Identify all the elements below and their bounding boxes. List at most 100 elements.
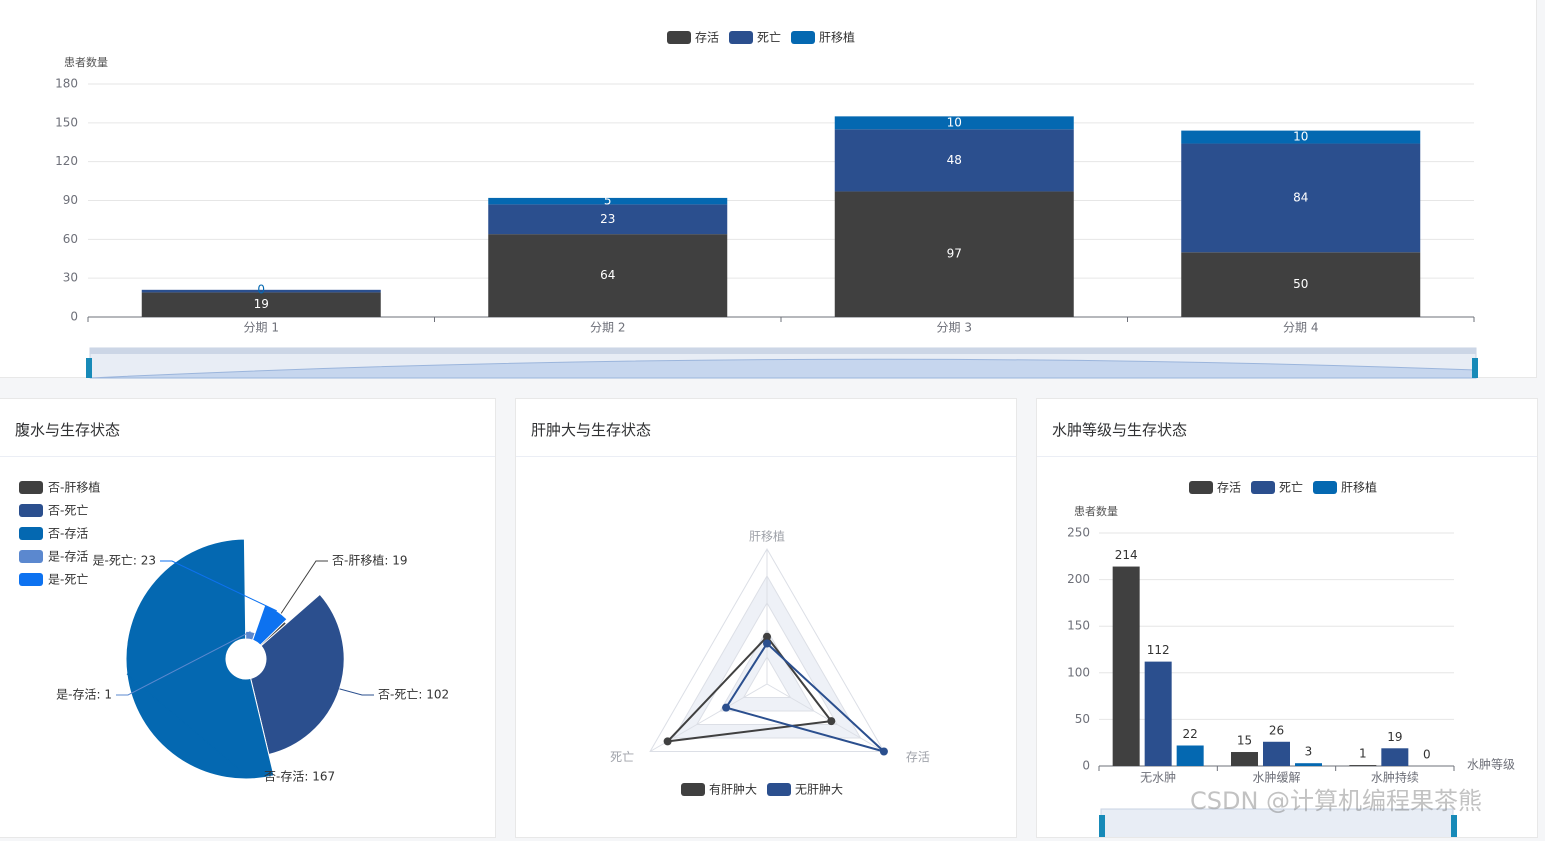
stage-y-tick-label: 90 xyxy=(63,193,78,207)
edema-bar-value-label: 1 xyxy=(1359,747,1367,761)
stage-y-tick-label: 30 xyxy=(63,271,78,285)
ascites-legend-swatch-2[interactable] xyxy=(19,527,43,540)
stage-chart-card: 存活 死亡 肝移植 患者数量 0 30 60 90 120 150 180 分期 1 19 0 分期 2 64… xyxy=(0,0,1537,379)
edema-y-tick-label: 100 xyxy=(1067,665,1090,679)
radar-point[interactable] xyxy=(722,703,731,712)
ascites-rose-slice-2[interactable] xyxy=(125,538,275,780)
stage-y-tick-label: 60 xyxy=(63,232,78,246)
ascites-legend-swatch-3[interactable] xyxy=(19,550,43,563)
ascites-legend-label-1: 否-死亡 xyxy=(48,504,88,518)
edema-y-tick-label: 150 xyxy=(1067,619,1090,633)
ascites-card-title: 腹水与生存状态 xyxy=(0,399,495,457)
radar-point[interactable] xyxy=(763,639,771,648)
stage-bar-value-label: 23 xyxy=(600,212,615,226)
stage-legend-label-1: 死亡 xyxy=(757,31,781,45)
stage-datazoom-left-handle[interactable] xyxy=(86,358,92,378)
edema-bar-存活[interactable] xyxy=(1112,566,1140,766)
ascites-slice-label-1: 否-死亡: 102 xyxy=(378,688,449,702)
edema-legend-swatch-1[interactable] xyxy=(1251,481,1275,494)
radar-point[interactable] xyxy=(879,747,888,756)
ascites-legend-swatch-0[interactable] xyxy=(19,481,43,494)
edema-bar-value-label: 15 xyxy=(1237,734,1252,748)
edema-y-tick-label: 200 xyxy=(1067,572,1090,586)
stage-legend-swatch-2[interactable] xyxy=(791,31,815,44)
edema-bar-肝移植[interactable] xyxy=(1176,745,1204,766)
edema-datazoom-left-handle[interactable] xyxy=(1099,815,1105,839)
edema-datazoom-right-handle[interactable] xyxy=(1451,815,1457,839)
stage-x-tick-label: 分期 2 xyxy=(590,321,625,335)
ascites-legend-swatch-4[interactable] xyxy=(19,573,43,586)
edema-card: 水肿等级与生存状态 存活 死亡 肝移植 患者数量 0 50 100 150 200 250 水肿等级… xyxy=(1036,398,1538,840)
stage-x-tick-label: 分期 1 xyxy=(244,321,279,335)
ascites-slice-label-3: 是-存活: 1 xyxy=(56,688,112,702)
stage-bar-value-label: 64 xyxy=(600,268,615,282)
stage-y-tick-label: 120 xyxy=(55,154,78,168)
watermark-text: CSDN @计算机编程果茶熊 xyxy=(1190,787,1483,815)
hepato-legend-swatch-0[interactable] xyxy=(681,783,705,796)
stage-y-tick-label: 0 xyxy=(70,310,78,324)
edema-x-axis-title: 水肿等级 xyxy=(1467,757,1515,772)
stage-legend-label-2: 肝移植 xyxy=(819,30,855,45)
ascites-rose-chart: 否-肝移植否-死亡否-存活是-存活是-死亡 否-肝移植: 19 否-死亡: 102 否… xyxy=(19,480,449,784)
stage-x-tick-label: 分期 4 xyxy=(1283,321,1318,335)
ascites-card: 腹水与生存状态 否-肝移植 否-死亡 否-存活 是-存活 是-死亡 否-肝移植: 19 否-… xyxy=(0,398,496,838)
stage-stacked-bar-chart: 存活 死亡 肝移植患者数量0306090120150180分期 1190分期 264… xyxy=(55,30,1478,379)
hepatomegaly-card: 肝肿大与生存状态 肝移植 存活 死亡 有肝肿大 无肝肿大 xyxy=(515,398,1017,838)
edema-bar-value-label: 26 xyxy=(1269,723,1284,737)
edema-bar-value-label: 0 xyxy=(1423,748,1431,762)
edema-grouped-bar-chart: 存活 死亡 肝移植患者数量050100150200250水肿等级无水肿2141122… xyxy=(1067,480,1515,840)
edema-x-tick-label: 无水肿 xyxy=(1140,770,1176,785)
stage-y-axis-title: 患者数量 xyxy=(64,56,108,69)
stage-y-tick-label: 150 xyxy=(55,115,78,129)
radar-indicator-label-2: 死亡 xyxy=(610,750,634,764)
stage-bar-value-label: 5 xyxy=(604,194,612,208)
edema-legend-label-1: 死亡 xyxy=(1279,481,1303,495)
hepato-legend-swatch-1[interactable] xyxy=(767,783,791,796)
radar-point[interactable] xyxy=(827,717,836,726)
edema-y-tick-label: 0 xyxy=(1082,759,1090,773)
edema-legend-swatch-2[interactable] xyxy=(1313,481,1337,494)
edema-bar-肝移植[interactable] xyxy=(1295,763,1322,766)
edema-bar-value-label: 214 xyxy=(1115,548,1138,562)
ascites-legend-label-3: 是-存活 xyxy=(48,550,88,564)
ascites-legend-label-4: 是-死亡 xyxy=(48,573,88,587)
radar-indicator-label-0: 肝移植 xyxy=(749,529,785,544)
hepatomegaly-radar-chart: 肝移植存活 死亡有肝肿大 无肝肿大 xyxy=(610,529,930,797)
edema-y-tick-label: 250 xyxy=(1067,526,1090,540)
stage-datazoom-right-handle[interactable] xyxy=(1472,358,1478,378)
stage-legend-swatch-0[interactable] xyxy=(667,31,691,44)
ascites-slice-label-2: 否-存活: 167 xyxy=(264,770,335,784)
edema-bar-死亡[interactable] xyxy=(1381,748,1409,766)
edema-bar-存活[interactable] xyxy=(1231,752,1258,766)
radar-point[interactable] xyxy=(663,737,672,746)
edema-bar-value-label: 112 xyxy=(1147,643,1170,657)
ascites-label-leader-line xyxy=(339,688,374,696)
hepatomegaly-card-title: 肝肿大与生存状态 xyxy=(516,399,1016,457)
edema-y-tick-label: 50 xyxy=(1075,712,1090,726)
edema-bar-存活[interactable] xyxy=(1349,765,1377,766)
edema-card-title: 水肿等级与生存状态 xyxy=(1037,399,1537,457)
stage-legend-swatch-1[interactable] xyxy=(729,31,753,44)
radar-indicator-label-1: 存活 xyxy=(906,750,930,764)
edema-bar-死亡[interactable] xyxy=(1144,661,1172,766)
stage-y-tick-label: 180 xyxy=(55,77,78,91)
edema-bar-value-label: 22 xyxy=(1183,727,1198,741)
edema-legend-swatch-0[interactable] xyxy=(1189,481,1213,494)
edema-bar-value-label: 19 xyxy=(1387,730,1402,744)
edema-legend-label-2: 肝移植 xyxy=(1341,480,1377,495)
stage-datazoom-top-bar[interactable] xyxy=(90,348,1476,354)
stage-bar-value-label: 19 xyxy=(254,297,269,311)
ascites-legend-label-2: 否-存活 xyxy=(48,527,88,541)
stage-legend-label-0: 存活 xyxy=(695,31,719,45)
ascites-slice-label-4: 是-死亡: 23 xyxy=(93,554,156,568)
stage-bar-value-label: 48 xyxy=(947,153,962,167)
stage-bar-value-label: 0 xyxy=(257,282,265,296)
stage-bar-value-label: 10 xyxy=(947,115,962,129)
ascites-slice-label-0: 否-肝移植: 19 xyxy=(332,553,407,568)
stage-bar-value-label: 50 xyxy=(1293,277,1308,291)
ascites-legend-label-0: 否-肝移植 xyxy=(48,480,100,495)
ascites-legend-swatch-1[interactable] xyxy=(19,504,43,517)
edema-legend-label-0: 存活 xyxy=(1217,481,1241,495)
edema-bar-死亡[interactable] xyxy=(1263,741,1290,766)
edema-y-axis-title: 患者数量 xyxy=(1074,505,1118,518)
